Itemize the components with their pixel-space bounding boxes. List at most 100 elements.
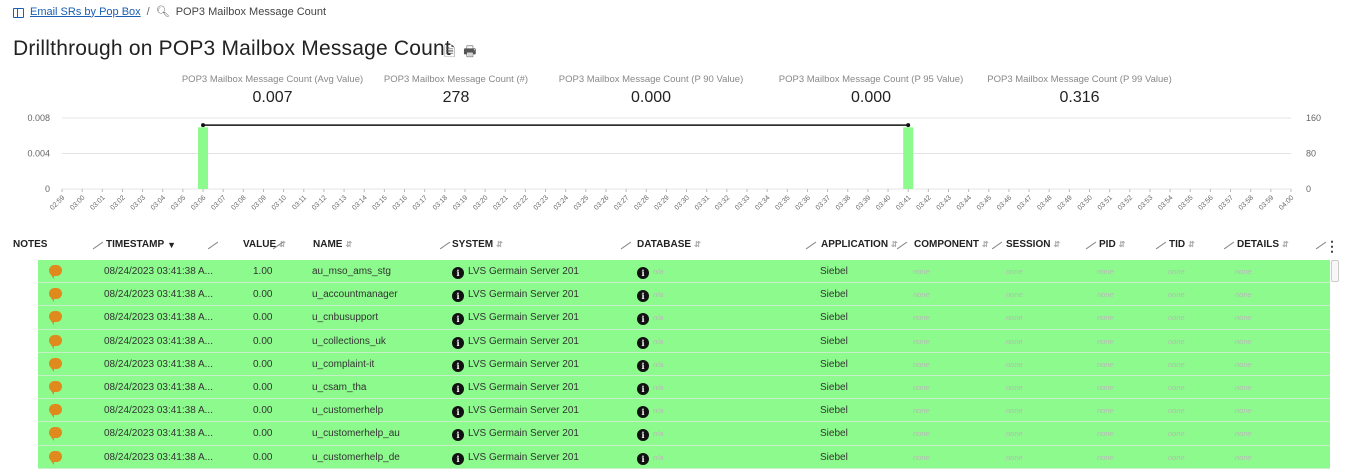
cell-session: none	[1006, 336, 1023, 347]
column-resize-handle[interactable]	[1085, 241, 1097, 250]
column-header-tid[interactable]: TID ⇵	[1169, 239, 1195, 250]
cell-details-text: none	[1235, 406, 1252, 416]
sort-icon: ⇵	[345, 240, 353, 249]
info-icon[interactable]: i	[452, 267, 464, 279]
column-header-session[interactable]: SESSION ⇵	[1006, 239, 1060, 250]
info-icon[interactable]: i	[452, 313, 464, 326]
cell-pid-text: none	[1097, 267, 1114, 276]
info-icon[interactable]: i	[637, 382, 649, 395]
column-header-application[interactable]: APPLICATION ⇵	[821, 239, 898, 250]
cell-application-text: Siebel	[820, 358, 848, 370]
table-row[interactable]: 08/24/2023 03:41:38 A... 0.00 u_customerhe…	[38, 445, 1330, 469]
cell-tid: none	[1168, 405, 1185, 416]
table-row[interactable]: 08/24/2023 03:41:38 A... 0.00 u_complaint-…	[38, 352, 1330, 376]
cell-pid-text: none	[1097, 336, 1114, 346]
x-tick-label: 03:43	[936, 194, 953, 211]
comment-icon[interactable]	[49, 450, 62, 465]
x-tick-label: 03:49	[1056, 194, 1073, 211]
column-header-system[interactable]: SYSTEM ⇵	[452, 239, 503, 250]
column-header-database[interactable]: DATABASE ⇵	[637, 239, 701, 250]
breadcrumb-current: POP3 Mailbox Message Count	[175, 5, 327, 18]
stat-label: POP3 Mailbox Message Count (P 99 Value)	[987, 74, 1172, 85]
scrollbar[interactable]	[1331, 260, 1339, 282]
comment-icon[interactable]	[49, 380, 62, 395]
stat-p95: POP3 Mailbox Message Count (P 95 Value) …	[765, 74, 977, 107]
y-right-tick-label: 0	[1306, 184, 1311, 194]
info-icon[interactable]: i	[637, 406, 649, 419]
comment-icon[interactable]	[49, 334, 62, 349]
column-resize-handle[interactable]	[439, 241, 451, 250]
x-tick-label: 03:35	[774, 194, 791, 211]
x-tick-label: 03:21	[492, 194, 509, 211]
sort-icon: ⇵	[1188, 240, 1195, 249]
cell-session: none	[1006, 405, 1023, 416]
cell-timestamp: 08/24/2023 03:41:38 A...	[104, 452, 213, 463]
info-icon[interactable]: i	[637, 313, 649, 326]
stat-value: 0.000	[850, 89, 892, 106]
bar	[198, 127, 209, 189]
column-resize-handle[interactable]	[620, 241, 632, 250]
x-tick-label: 03:03	[130, 194, 147, 211]
info-icon[interactable]: i	[637, 290, 649, 303]
x-tick-label: 03:57	[1218, 194, 1235, 211]
x-tick-label: 03:46	[996, 194, 1013, 211]
table-row[interactable]: 08/24/2023 03:41:38 A... 0.00 u_customerhe…	[38, 399, 1330, 423]
print-icon[interactable]: 🖶︎	[463, 41, 476, 65]
export-icon[interactable]: 🗎︎	[444, 41, 455, 65]
comment-icon[interactable]	[49, 311, 62, 326]
column-header-timestamp[interactable]: TIMESTAMP ▼	[106, 239, 176, 250]
info-icon[interactable]: i	[452, 452, 464, 465]
comment-icon[interactable]	[49, 288, 62, 303]
column-resize-handle[interactable]	[805, 241, 817, 250]
table-row[interactable]: 08/24/2023 03:41:38 A... 0.00 u_collection…	[38, 329, 1330, 353]
column-resize-handle[interactable]	[92, 241, 104, 250]
info-icon[interactable]: i	[452, 290, 464, 303]
info-icon[interactable]: i	[452, 429, 464, 442]
x-tick-label: 03:05	[170, 194, 187, 211]
x-tick-label: 03:00	[69, 194, 86, 211]
table-row[interactable]: 08/24/2023 03:41:38 A... 1.00 au_mso_ams_s…	[38, 260, 1330, 284]
column-resize-handle[interactable]	[991, 241, 1003, 250]
timeline-chart[interactable]: 00.0040.00808016002:59 03:00 03:01 03:02 03:…	[0, 112, 1352, 234]
table-row[interactable]: 08/24/2023 03:41:38 A... 0.00 u_customerhe…	[38, 422, 1330, 446]
info-icon[interactable]: i	[637, 267, 649, 279]
cell-database-text: n/a	[653, 290, 664, 300]
column-resize-handle[interactable]	[1223, 241, 1235, 250]
comment-icon[interactable]	[49, 265, 62, 279]
info-icon[interactable]: i	[637, 452, 649, 465]
info-icon[interactable]: i	[637, 336, 649, 349]
column-header-pid[interactable]: PID ⇵	[1099, 239, 1125, 250]
comment-icon[interactable]	[49, 357, 62, 372]
info-icon[interactable]: i	[452, 336, 464, 349]
table-row[interactable]: 08/24/2023 03:41:38 A... 0.00 u_cnbusuppor…	[38, 306, 1330, 330]
comment-icon[interactable]	[49, 404, 62, 419]
comment-icon[interactable]	[49, 427, 62, 442]
table-row[interactable]: 08/24/2023 03:41:38 A... 0.00 u_accountman…	[38, 283, 1330, 307]
column-header-name[interactable]: NAME ⇵	[313, 239, 352, 250]
info-icon[interactable]: i	[452, 359, 464, 372]
cell-session: none	[1006, 452, 1023, 463]
column-resize-handle[interactable]	[896, 241, 908, 250]
column-header-notes[interactable]: NOTES	[13, 239, 47, 250]
column-resize-handle[interactable]	[207, 241, 219, 250]
x-tick-label: 03:39	[855, 194, 872, 211]
table-row[interactable]: 08/24/2023 03:41:38 A... 0.00 u_csam_tha i L…	[38, 375, 1330, 400]
column-resize-handle[interactable]	[1155, 241, 1167, 250]
column-header-details[interactable]: DETAILS ⇵	[1237, 239, 1289, 250]
x-tick-label: 03:34	[754, 194, 771, 211]
cell-system-text: LVS Germain Server 201	[468, 312, 579, 324]
x-tick-label: 03:13	[331, 194, 348, 211]
info-icon[interactable]: i	[637, 359, 649, 372]
column-header-component[interactable]: COMPONENT ⇵	[914, 239, 989, 250]
info-icon[interactable]: i	[637, 429, 649, 442]
sort-icon: ⇵	[1118, 240, 1126, 249]
x-tick-label: 03:02	[110, 194, 127, 211]
breadcrumb-link-email-srs[interactable]: Email SRs by Pop Box	[30, 6, 141, 18]
info-icon[interactable]: i	[452, 406, 464, 419]
x-tick-label: 03:20	[472, 194, 489, 211]
cell-pid: none	[1097, 382, 1114, 393]
cell-value-text: 0.00	[253, 381, 273, 393]
x-tick-label: 03:51	[1097, 194, 1114, 211]
info-icon[interactable]: i	[452, 382, 464, 395]
column-menu-icon[interactable]: ⋮	[1325, 238, 1339, 255]
